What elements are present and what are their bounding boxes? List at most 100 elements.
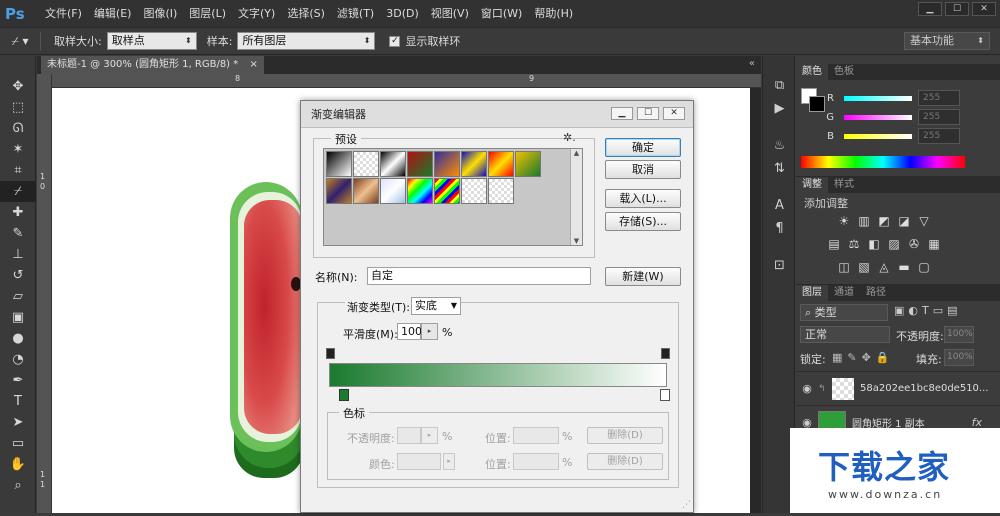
bw-icon[interactable]: ◧ [866, 237, 882, 251]
delete-opacity-stop-button[interactable]: 删除(D) [587, 427, 663, 444]
slider-g[interactable] [844, 114, 912, 120]
eyedropper-preset-icon[interactable]: ⌿ ▾ [0, 34, 40, 49]
menu-help[interactable]: 帮助(H) [528, 0, 579, 27]
layer-name[interactable]: 58a202ee1bc8e0de510... [860, 383, 988, 394]
color-stop-left[interactable] [339, 389, 349, 401]
gradient-map-icon[interactable]: ▬ [896, 260, 912, 274]
scroll-down-icon[interactable]: ▼ [571, 237, 582, 245]
maximize-icon[interactable]: ☐ [945, 2, 969, 16]
opacity-input[interactable]: 100% [944, 326, 974, 343]
preset-swatch[interactable] [326, 151, 352, 177]
preset-swatch[interactable] [353, 151, 379, 177]
eyedropper-icon[interactable]: ⌿ [0, 181, 36, 202]
value-g[interactable]: 255 [918, 109, 960, 125]
value-b[interactable]: 255 [918, 128, 960, 144]
preset-swatch[interactable] [461, 178, 487, 204]
close-icon[interactable]: ✕ [972, 2, 996, 16]
gradient-preview-bar[interactable] [329, 363, 667, 387]
pen-icon[interactable]: ✒ [0, 370, 36, 391]
smoothness-stepper[interactable]: ▸ [421, 323, 438, 340]
preset-swatch[interactable] [461, 151, 487, 177]
stop-color-swatch[interactable] [397, 453, 441, 470]
layer-comps-icon[interactable]: ⊡ [763, 254, 796, 277]
cancel-button[interactable]: 取消 [605, 160, 681, 179]
gradient-icon[interactable]: ▣ [0, 307, 36, 328]
gear-icon[interactable]: ✲. [563, 131, 576, 144]
menu-image[interactable]: 图像(I) [137, 0, 183, 27]
tab-close-icon[interactable]: × [249, 59, 257, 70]
crop-icon[interactable]: ⌗ [0, 160, 36, 181]
curves-icon[interactable]: ◩ [876, 214, 892, 228]
menu-3d[interactable]: 3D(D) [380, 0, 425, 27]
scroll-up-icon[interactable]: ▲ [571, 149, 582, 157]
color-spectrum[interactable] [801, 156, 965, 168]
stop-opacity-stepper[interactable]: ▸ [421, 427, 438, 444]
preset-swatch[interactable] [488, 151, 514, 177]
eraser-icon[interactable]: ▱ [0, 286, 36, 307]
tab-paths[interactable]: 路径 [860, 285, 892, 301]
dialog-close-icon[interactable]: ✕ [663, 107, 685, 120]
stop-color-position-field[interactable] [513, 453, 559, 470]
lasso-icon[interactable]: ᘏ [0, 118, 36, 139]
brush-presets-icon[interactable]: ♨ [763, 134, 796, 157]
preset-swatch[interactable] [353, 178, 379, 204]
layer-row[interactable]: ◉ ↰ 58a202ee1bc8e0de510... [796, 371, 1000, 405]
menu-view[interactable]: 视图(V) [425, 0, 475, 27]
show-ring-checkbox[interactable]: ✓ [389, 35, 401, 47]
history-brush-icon[interactable]: ↺ [0, 265, 36, 286]
layer-kind-filter[interactable]: ⌕ 类型 [800, 304, 888, 321]
smoothness-field[interactable]: 100 [397, 323, 422, 340]
zoom-icon[interactable]: ⌕ [0, 475, 36, 496]
preset-swatch[interactable] [380, 178, 406, 204]
stop-opacity-position-field[interactable] [513, 427, 559, 444]
lookup-icon[interactable]: ▦ [926, 237, 942, 251]
tab-channels[interactable]: 通道 [828, 285, 860, 301]
tool-presets-icon[interactable]: ⇅ [763, 157, 796, 180]
document-tab[interactable]: 未标题-1 @ 300% (圆角矩形 1, RGB/8) * × [41, 56, 264, 74]
tab-adjustments[interactable]: 调整 [796, 177, 828, 193]
eye-icon[interactable]: ◉ [796, 382, 818, 395]
move-icon[interactable]: ✥ [0, 76, 36, 97]
brush-icon[interactable]: ✎ [0, 223, 36, 244]
invert-icon[interactable]: ◫ [836, 260, 852, 274]
character-icon[interactable]: A [763, 194, 796, 217]
preset-swatch[interactable] [380, 151, 406, 177]
menu-filter[interactable]: 滤镜(T) [331, 0, 380, 27]
stamp-icon[interactable]: ⊥ [0, 244, 36, 265]
blur-icon[interactable]: ● [0, 328, 36, 349]
gradient-type-select[interactable]: 实底 ▼ [411, 297, 461, 315]
photo-filter-icon[interactable]: ▨ [886, 237, 902, 251]
lock-icons[interactable]: ▦✎✥🔒 [832, 351, 895, 364]
dialog-maximize-icon[interactable]: ☐ [637, 107, 659, 120]
healing-icon[interactable]: ✚ [0, 202, 36, 223]
workspace-select[interactable]: 基本功能 ⬍ [904, 32, 990, 50]
balance-icon[interactable]: ⚖ [846, 237, 862, 251]
threshold-icon[interactable]: ◬ [876, 260, 892, 274]
value-r[interactable]: 255 [918, 90, 960, 106]
save-button[interactable]: 存储(S)... [605, 212, 681, 231]
new-button[interactable]: 新建(W) [605, 267, 681, 286]
tab-styles[interactable]: 样式 [828, 177, 860, 193]
menu-layer[interactable]: 图层(L) [183, 0, 232, 27]
preset-swatch[interactable] [326, 178, 352, 204]
minimize-icon[interactable]: ▁ [918, 2, 942, 16]
delete-color-stop-button[interactable]: 删除(D) [587, 453, 663, 470]
shape-icon[interactable]: ▭ [0, 433, 36, 454]
menu-select[interactable]: 选择(S) [281, 0, 331, 27]
fill-input[interactable]: 100% [944, 349, 974, 366]
collapse-icon[interactable]: « [749, 58, 755, 69]
menu-file[interactable]: 文件(F) [39, 0, 88, 27]
preset-swatch[interactable] [407, 151, 433, 177]
slider-b[interactable] [844, 133, 912, 139]
menu-type[interactable]: 文字(Y) [232, 0, 281, 27]
sample-size-select[interactable]: 取样点 ⬍ [106, 32, 197, 50]
preset-swatch[interactable] [434, 178, 460, 204]
preset-swatch[interactable] [407, 178, 433, 204]
slider-r[interactable] [844, 95, 912, 101]
hand-icon[interactable]: ✋ [0, 454, 36, 475]
hue-icon[interactable]: ▤ [826, 237, 842, 251]
actions-icon[interactable]: ▶ [763, 97, 796, 120]
ok-button[interactable]: 确定 [605, 138, 681, 157]
dialog-minimize-icon[interactable]: ▁ [611, 107, 633, 120]
tab-color[interactable]: 颜色 [796, 64, 828, 80]
